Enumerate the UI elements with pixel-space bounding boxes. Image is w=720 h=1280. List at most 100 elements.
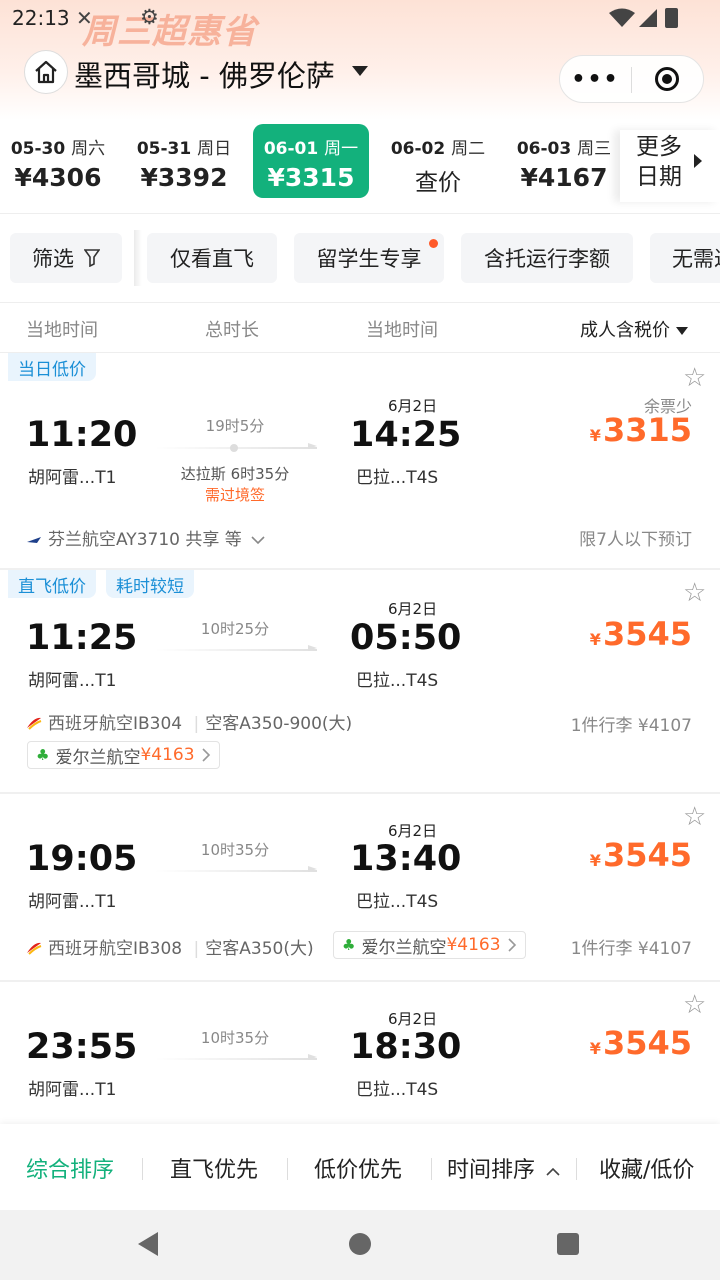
filter-checked-baggage[interactable]: 含托运行李额 [461,233,633,283]
departure-airport: 胡阿雷...T1 [28,1080,117,1100]
currency-symbol: ¥ [589,426,601,445]
home-button[interactable] [24,50,68,94]
more-dates-line2: 日期 [636,164,682,190]
sort-time-label: 时间排序 [447,1158,536,1183]
flight-price: ¥3545 [590,836,692,874]
date-price: 查价 [415,170,461,196]
arrival-time: 14:25 [350,415,462,455]
arrival-time: 05:50 [350,618,462,658]
stop-dot [230,444,238,452]
star-icon[interactable]: ☆ [683,578,706,608]
chevron-right-icon [694,154,702,168]
route-line [155,866,317,872]
flight-price: ¥3315 [590,411,692,449]
status-time: 22:13 [12,6,70,30]
date-item-0530[interactable]: 05-30 周六 ¥4306 [0,124,116,198]
alt-airline-price: ¥4163 [140,745,195,765]
star-icon[interactable]: ☆ [683,363,706,393]
route-line [155,1054,317,1060]
more-options-button[interactable]: ••• [560,56,631,102]
airline-info: 芬兰航空AY3710 共享 等 [26,525,265,550]
close-miniapp-button[interactable] [632,56,703,102]
arrival-date: 6月2日 [388,600,438,618]
weekday-label: 周一 [324,139,359,159]
route-title[interactable]: 墨西哥城 - 佛罗伦萨 [74,53,335,95]
currency-symbol: ¥ [589,630,601,649]
scroll-shadow [134,230,142,286]
sort-overall[interactable]: 综合排序 [26,1152,114,1184]
date-price: ¥3392 [140,163,228,192]
arrival-airport: 巴拉...T4S [356,671,439,691]
col-price: 成人含税价 [580,320,670,341]
flight-card[interactable]: 直飞低价 耗时较短 ☆ 11:25 胡阿雷...T1 10时25分 6月2日 0… [0,570,720,792]
arrival-date: 6月2日 [388,1010,438,1028]
shamrock-icon: ♣ [36,746,50,764]
col-duration: 总时长 [205,320,259,341]
settings-icon: ⚙ [140,5,159,29]
flight-card[interactable]: 当日低价 ☆ 11:20 胡阿雷...T1 19时5分 达拉斯 6时35分 需过… [0,353,720,568]
sort-bar: 综合排序 直飞优先 低价优先 时间排序 收藏/低价 [0,1124,720,1210]
chip-label: 仅看直飞 [170,247,254,271]
system-nav-bar [0,1210,720,1280]
date-label: 05-31 [136,139,192,159]
weekday-label: 周三 [577,139,612,159]
date-item-0603[interactable]: 06-03 周三 ¥4167 [506,124,622,198]
chevron-right-icon [201,748,210,762]
departure-time: 11:20 [26,415,138,455]
chip-label: 无需过境签 [672,247,720,271]
col-departure: 当地时间 [26,320,98,341]
more-dates-button[interactable]: 更多 日期 [620,130,720,202]
price-amount: 3545 [602,1024,692,1062]
filter-button[interactable]: 筛选 [10,233,122,283]
chevron-down-icon[interactable] [251,535,265,545]
baggage-price: 1件行李 ¥4107 [570,939,692,959]
separator: | [193,939,200,959]
airline-name: 西班牙航空IB308 [48,939,183,959]
sort-divider [142,1158,143,1180]
alt-airline-name: 爱尔兰航空 [55,747,141,768]
date-item-0531[interactable]: 05-31 周日 ¥3392 [126,124,242,198]
stopover-info: 达拉斯 6时35分 [180,465,290,483]
chip-label: 含托运行李额 [484,247,610,271]
alt-airline-option[interactable]: ♣ 爱尔兰航空 ¥4163 [333,931,526,959]
filter-student[interactable]: 留学生专享 [294,233,444,283]
departure-airport: 胡阿雷...T1 [28,892,117,912]
sort-divider [431,1158,432,1180]
column-header: 当地时间 总时长 当地时间 成人含税价 [0,304,720,352]
separator: | [193,714,200,734]
home-circle-icon[interactable] [349,1233,371,1255]
star-icon[interactable]: ☆ [683,802,706,832]
arrival-date: 6月2日 [388,397,438,415]
star-icon[interactable]: ☆ [683,990,706,1020]
date-item-0602[interactable]: 06-02 周二 查价 [380,124,496,198]
date-label: 05-30 [10,139,66,159]
recent-apps-icon[interactable] [557,1233,579,1255]
filter-direct-only[interactable]: 仅看直飞 [147,233,277,283]
back-icon[interactable] [138,1232,158,1256]
price-type-selector[interactable]: 成人含税价 [580,316,688,342]
target-icon [655,67,680,91]
alt-airline-option[interactable]: ♣ 爱尔兰航空 ¥4163 [27,741,220,769]
date-price: ¥4306 [14,163,102,192]
filter-no-transit-visa[interactable]: 无需过境签 [650,233,720,283]
flight-card[interactable]: ☆ 19:05 胡阿雷...T1 10时35分 6月2日 13:40 巴拉...… [0,794,720,980]
aircraft-type: 空客A350-900(大) [205,714,353,734]
sort-by-time[interactable]: 时间排序 [447,1152,560,1184]
chevron-up-icon [546,1167,560,1176]
date-item-0601-selected[interactable]: 06-01 周一 ¥3315 [253,124,369,198]
caret-down-icon [676,327,688,335]
sort-lowest-price[interactable]: 低价优先 [314,1152,402,1184]
flight-card[interactable]: ☆ 23:55 胡阿雷...T1 10时35分 6月2日 18:30 巴拉...… [0,982,720,1124]
sort-divider [287,1158,288,1180]
sort-favorites[interactable]: 收藏/低价 [599,1152,694,1184]
sort-direct-first[interactable]: 直飞优先 [170,1152,258,1184]
duration: 19时5分 [205,417,265,435]
duration: 10时35分 [200,1029,270,1047]
airline-info: 西班牙航空IB308 | 空客A350(大) [26,934,314,959]
flight-price: ¥3545 [590,615,692,653]
chevron-down-icon[interactable] [352,66,368,76]
airline-name: 西班牙航空IB304 [48,714,183,734]
weekday-label: 周日 [197,139,232,159]
date-selector: 05-30 周六 ¥4306 05-31 周日 ¥3392 06-01 周一 ¥… [0,120,720,212]
signal-icon [639,9,657,27]
